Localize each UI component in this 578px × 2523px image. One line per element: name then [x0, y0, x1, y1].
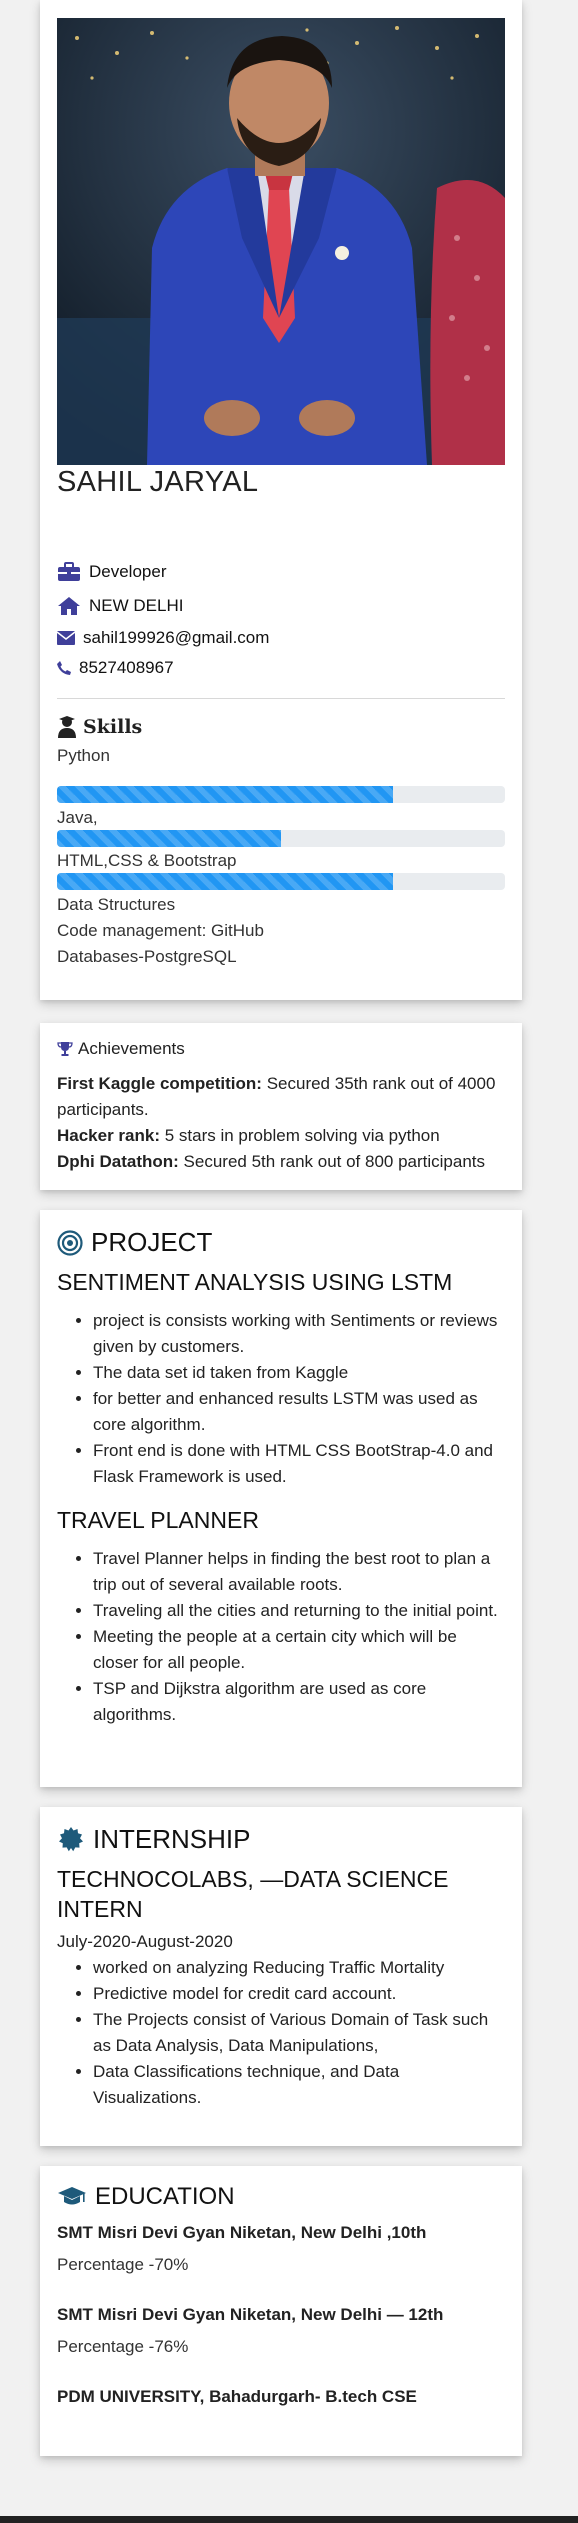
graduate-icon	[57, 716, 77, 738]
education-title: EDUCATION	[57, 2183, 235, 2211]
home-icon	[57, 596, 81, 616]
internship-company: TECHNOCOLABS, —DATA SCIENCE INTERN	[57, 1866, 449, 1922]
role-text: Developer	[89, 562, 167, 581]
list-item: Travel Planner helps in finding the best…	[93, 1546, 505, 1598]
list-item: project is consists working with Sentime…	[93, 1308, 505, 1360]
education-card: EDUCATION SMT Misri Devi Gyan Niketan, N…	[40, 2166, 522, 2456]
list-item: worked on analyzing Reducing Traffic Mor…	[93, 1955, 505, 1981]
list-item: The Projects consist of Various Domain o…	[93, 2007, 505, 2059]
internship-points: worked on analyzing Reducing Traffic Mor…	[75, 1955, 505, 2111]
page-bottom-bar	[0, 2516, 578, 2523]
profile-photo	[57, 18, 505, 465]
skill-extra-ds: Data Structures	[57, 895, 176, 914]
achievements-card: Achievements First Kaggle competition: S…	[40, 1023, 522, 1190]
briefcase-icon	[57, 562, 81, 582]
skill-bar-fill	[57, 786, 393, 803]
profile-name: SAHIL JARYAL	[57, 466, 259, 498]
list-item: Data Classifications technique, and Data…	[93, 2059, 505, 2111]
email-text[interactable]: sahil199926@gmail.com	[83, 628, 269, 648]
skill-bar-python	[57, 786, 505, 803]
education-percentage: Percentage -76%	[57, 2337, 189, 2356]
email-row[interactable]: sahil199926@gmail.com	[57, 628, 269, 648]
list-item: Meeting the people at a certain city whi…	[93, 1624, 505, 1676]
project-name: SENTIMENT ANALYSIS USING LSTM	[57, 1269, 453, 1295]
skill-bar-fill	[57, 830, 281, 847]
list-item: for better and enhanced results LSTM was…	[93, 1386, 505, 1438]
divider	[57, 698, 505, 699]
location-text: NEW DELHI	[89, 596, 184, 615]
project-points: Travel Planner helps in finding the best…	[75, 1546, 505, 1728]
education-school: PDM UNIVERSITY, Bahadurgarh- B.tech CSE	[57, 2387, 417, 2406]
location-row: NEW DELHI	[57, 596, 183, 616]
education-school: SMT Misri Devi Gyan Niketan, New Delhi —…	[57, 2305, 444, 2324]
skill-bar-java	[57, 830, 505, 847]
project-points: project is consists working with Sentime…	[75, 1308, 505, 1490]
list-item: Traveling all the cities and returning t…	[93, 1598, 505, 1624]
achievement-item: First Kaggle competition: Secured 35th r…	[57, 1074, 496, 1119]
skill-extra-git: Code management: GitHub	[57, 921, 264, 940]
profile-card: SAHIL JARYAL Developer NEW DELHI sahil19…	[40, 0, 522, 1000]
project-name: TRAVEL PLANNER	[57, 1507, 259, 1533]
list-item: Predictive model for credit card account…	[93, 1981, 505, 2007]
target-icon	[57, 1229, 83, 1256]
skill-bar-html	[57, 873, 505, 890]
achievement-item: Dphi Datathon: Secured 5th rank out of 8…	[57, 1152, 486, 1171]
phone-icon	[57, 661, 71, 675]
envelope-icon	[57, 631, 75, 645]
skills-title: Skills	[57, 716, 142, 738]
project-card: PROJECT SENTIMENT ANALYSIS USING LSTM pr…	[40, 1210, 522, 1787]
badge-icon	[57, 1826, 85, 1854]
phone-text[interactable]: 8527408967	[79, 658, 174, 678]
achievement-item: Hacker rank: 5 stars in problem solving …	[57, 1126, 440, 1145]
role-row: Developer	[57, 562, 167, 582]
graduation-cap-icon	[57, 2186, 87, 2208]
skill-label-java: Java,	[57, 808, 98, 827]
education-percentage: Percentage -70%	[57, 2255, 189, 2274]
skill-label-html: HTML,CSS & Bootstrap	[57, 851, 237, 870]
phone-row[interactable]: 8527408967	[57, 658, 174, 678]
list-item: The data set id taken from Kaggle	[93, 1360, 505, 1386]
skill-extra-db: Databases-PostgreSQL	[57, 947, 237, 966]
achievements-title: Achievements	[57, 1039, 185, 1059]
list-item: TSP and Dijkstra algorithm are used as c…	[93, 1676, 505, 1728]
skill-label-python: Python	[57, 746, 110, 765]
skill-bar-fill	[57, 873, 393, 890]
project-title: PROJECT	[57, 1227, 212, 1258]
internship-card: INTERNSHIP TECHNOCOLABS, —DATA SCIENCE I…	[40, 1807, 522, 2146]
list-item: Front end is done with HTML CSS BootStra…	[93, 1438, 505, 1490]
internship-title: INTERNSHIP	[57, 1824, 250, 1855]
internship-dates: July-2020-August-2020	[57, 1932, 233, 1951]
trophy-icon	[57, 1041, 73, 1057]
education-school: SMT Misri Devi Gyan Niketan, New Delhi ,…	[57, 2223, 427, 2242]
achievements-list: First Kaggle competition: Secured 35th r…	[57, 1071, 512, 1175]
